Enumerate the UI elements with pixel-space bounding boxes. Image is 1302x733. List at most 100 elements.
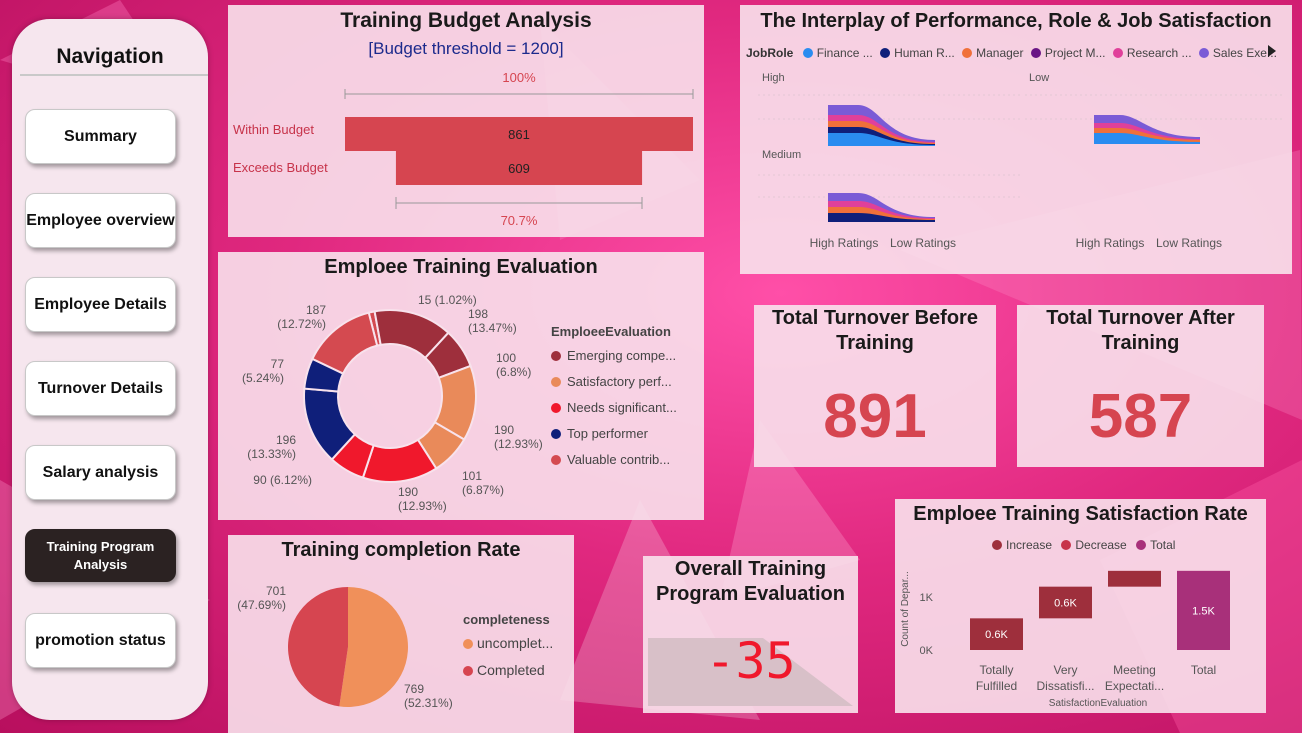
completion-legend-label: Completed <box>477 662 545 678</box>
evaluation-legend-item: Valuable contrib... <box>551 452 670 467</box>
legend-item-sales: Sales Exe... <box>1198 46 1277 60</box>
budget-bar-value: 861 <box>508 127 530 142</box>
donut-data-label: 190 (12.93%) <box>494 423 543 451</box>
evaluation-legend-item: Emerging compe... <box>551 348 676 363</box>
legend-dot-icon <box>1198 48 1209 58</box>
waterfall-data-label: 1.5K <box>1192 605 1215 617</box>
evaluation-legend-label: Needs significant... <box>567 400 677 415</box>
waterfall-data-label: 0.6K <box>1054 598 1077 610</box>
donut-data-label: 187 (12.72%) <box>277 303 326 331</box>
interplay-axis-2: High Ratings <box>1076 236 1145 250</box>
budget-funnel-chart: 100% Within Budget Exceeds Budget 861 609… <box>233 70 694 228</box>
nav-button-summary[interactable]: Summary <box>25 109 176 164</box>
donut-data-label: 198 (13.47%) <box>468 307 517 335</box>
interplay-panel-medium: Medium <box>762 149 801 161</box>
legend-dot-icon <box>880 48 891 58</box>
donut-data-label: 190 (12.93%) <box>398 485 447 513</box>
budget-bottom-pct: 70.7% <box>501 213 538 228</box>
completion-legend-label: uncomplet... <box>477 635 554 651</box>
nav-button-training-program-analysis[interactable]: Training Program Analysis <box>25 529 176 582</box>
donut-data-label: 77 (5.24%) <box>242 357 284 385</box>
legend-item-research: Research ... <box>1112 46 1192 60</box>
overall-card: Overall Training Program Evaluation -35 <box>643 556 858 713</box>
budget-cat-0: Within Budget <box>233 122 314 137</box>
completion-legend-title: completeness <box>463 612 550 627</box>
satisfaction-ylabel: Count of Depar... <box>900 571 911 647</box>
interplay-axis-3: Low Ratings <box>1156 236 1222 250</box>
evaluation-legend-title: EmploeeEvaluation <box>551 324 671 339</box>
completion-panel: Training completion Rate 769 (52.31%) 701(… <box>228 535 574 733</box>
completion-legend-item: uncomplet... <box>463 635 553 651</box>
waterfall-category: Total <box>1191 663 1216 677</box>
nav-button-employee-overview[interactable]: Employee overview <box>25 193 176 248</box>
nav-button-turnover-details[interactable]: Turnover Details <box>25 361 176 416</box>
interplay-axis-1: Low Ratings <box>890 236 956 250</box>
waterfall-category: Meeting Expectati... <box>1105 663 1164 693</box>
legend-dot-icon <box>1112 48 1123 58</box>
nav-button-salary-analysis[interactable]: Salary analysis <box>25 445 176 500</box>
budget-top-bracket <box>344 89 694 99</box>
satisfaction-panel: Emploee Training Satisfaction Rate Incre… <box>895 499 1266 713</box>
nav-button-promotion-status[interactable]: promotion status <box>25 613 176 668</box>
kpi-before-card: Total Turnover Before Training 891 <box>754 305 996 467</box>
legend-dot-icon <box>551 377 561 387</box>
legend-item-hr: Human R... <box>880 46 955 60</box>
interplay-legend: JobRole Finance ... Human R... Manager P… <box>746 46 1277 60</box>
interplay-axis-0: High Ratings <box>810 236 879 250</box>
evaluation-legend-item: Satisfactory perf... <box>551 374 672 389</box>
interplay-ribbon-chart: High Low Medium High Ratings Low Ratings… <box>758 72 1285 250</box>
legend-item-finance: Finance ... <box>802 46 873 60</box>
satisfaction-waterfall-chart: Count of Depar... 0K 1K 0.6K 0.6K 1.5K Tota… <box>900 570 1230 709</box>
budget-top-pct: 100% <box>502 70 536 85</box>
waterfall-category: Totally Fulfilled <box>976 663 1017 693</box>
donut-data-label: 90 (6.12%) <box>253 473 312 487</box>
legend-item-project: Project M... <box>1030 46 1106 60</box>
nav-title: Navigation <box>56 45 164 68</box>
kpi-after-value: 587 <box>1088 382 1193 451</box>
satisfaction-xlabel: SatisfactionEvaluation <box>1049 698 1147 709</box>
waterfall-category: Very Dissatisfi... <box>1036 663 1094 693</box>
interplay-panel-high: High <box>762 72 785 84</box>
interplay-panel: The Interplay of Performance, Role & Job… <box>740 5 1292 274</box>
legend-dot-icon <box>551 403 561 413</box>
evaluation-legend-item: Needs significant... <box>551 400 677 415</box>
waterfall-ytick: 0K <box>920 645 934 657</box>
legend-dot-icon <box>962 48 973 58</box>
budget-bar-value: 609 <box>508 161 530 176</box>
evaluation-legend-label: Top performer <box>567 426 648 441</box>
evaluation-legend-label: Emerging compe... <box>567 348 677 363</box>
nav-button-employee-details[interactable]: Employee Details <box>25 277 176 332</box>
nav-divider <box>20 74 208 76</box>
donut-data-label: 196 (13.33%) <box>247 433 296 461</box>
legend-dot-icon <box>551 429 561 439</box>
ribbon-group-high <box>828 105 935 146</box>
evaluation-donut-chart: 15 (1.02%)198 (13.47%) 100 (6.8%) 190 (12.93%… <box>242 293 543 513</box>
donut-data-label: 100 (6.8%) <box>496 351 531 379</box>
pie-data-label: 701 (47.69%) <box>237 584 286 612</box>
completion-legend-item: Completed <box>463 662 545 678</box>
evaluation-legend-item: Top performer <box>551 426 648 441</box>
evaluation-panel: Emploee Training Evaluation 15 (1.02%) 19… <box>218 252 704 520</box>
kpi-before-value: 891 <box>823 382 927 451</box>
interplay-panel-low: Low <box>1029 72 1049 84</box>
waterfall-bar <box>1108 570 1161 587</box>
pie-slice <box>288 587 348 707</box>
legend-dot-icon <box>802 48 813 58</box>
waterfall-ytick: 1K <box>920 592 934 604</box>
legend-next-arrow-icon[interactable] <box>1268 45 1276 57</box>
kpi-after-title: Total Turnover After Training <box>1046 307 1235 354</box>
pie-slice <box>339 587 408 707</box>
budget-panel: Training Budget Analysis [Budget thresho… <box>228 5 704 237</box>
evaluation-legend-label: Valuable contrib... <box>567 452 671 467</box>
evaluation-legend-label: Satisfactory perf... <box>567 374 672 389</box>
donut-data-label: 15 (1.02%) <box>418 293 477 307</box>
legend-dot-icon <box>463 666 473 676</box>
legend-item-manager: Manager <box>962 46 1023 60</box>
donut-data-label: 101 (6.87%) <box>462 469 504 497</box>
pie-data-label: 769 (52.31%) <box>404 682 453 710</box>
completion-pie-chart: 769 (52.31%) 701 (47.69%) <box>237 584 453 710</box>
waterfall-data-label: 0.6K <box>985 629 1008 641</box>
legend-dot-icon <box>551 351 561 361</box>
legend-dot-icon <box>1030 48 1041 58</box>
legend-dot-icon <box>463 639 473 649</box>
